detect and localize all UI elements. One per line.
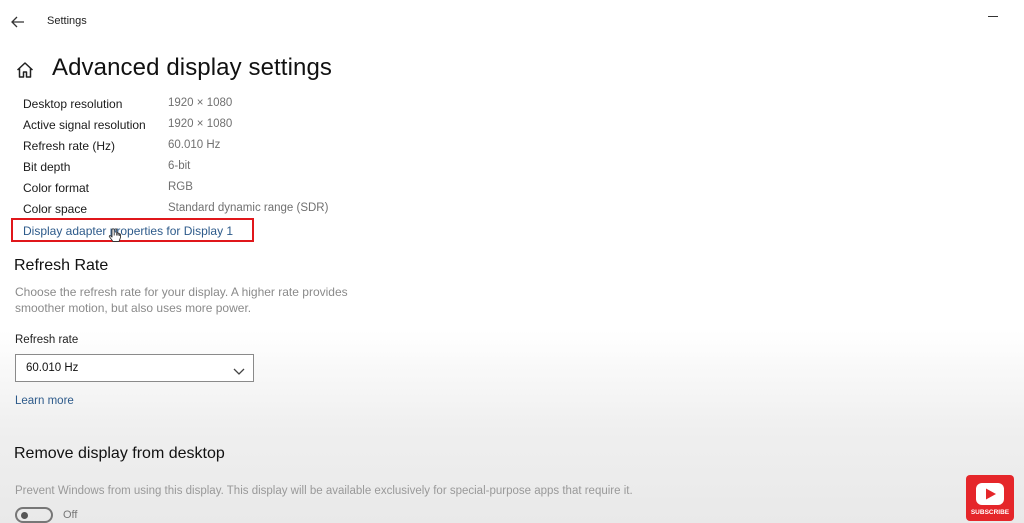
chevron-down-icon bbox=[233, 363, 245, 375]
remove-display-toggle[interactable] bbox=[15, 507, 53, 523]
info-label: Color format bbox=[23, 181, 90, 195]
app-title: Settings bbox=[47, 15, 87, 27]
info-value: 60.010 Hz bbox=[168, 139, 221, 151]
info-row-active-signal-resolution: Active signal resolution 1920 × 1080 bbox=[23, 116, 423, 137]
highlight-annotation-box bbox=[11, 218, 254, 242]
remove-display-description: Prevent Windows from using this display.… bbox=[15, 485, 633, 497]
info-label: Desktop resolution bbox=[23, 97, 123, 111]
info-value: 1920 × 1080 bbox=[168, 118, 233, 130]
refresh-rate-description-line2: smoother motion, but also uses more powe… bbox=[15, 301, 252, 315]
refresh-rate-description-line1: Choose the refresh rate for your display… bbox=[15, 285, 348, 299]
subscribe-label: SUBSCRIBE bbox=[970, 509, 1010, 516]
info-label: Color space bbox=[23, 202, 88, 216]
info-row-bit-depth: Bit depth 6-bit bbox=[23, 158, 423, 179]
refresh-rate-selected-value: 60.010 Hz bbox=[26, 362, 79, 374]
info-value: Standard dynamic range (SDR) bbox=[168, 202, 329, 214]
play-icon bbox=[974, 481, 1006, 507]
info-label: Bit depth bbox=[23, 160, 71, 174]
refresh-rate-field-label: Refresh rate bbox=[15, 334, 79, 346]
info-value: RGB bbox=[168, 181, 193, 193]
home-icon[interactable] bbox=[15, 60, 35, 80]
remove-display-heading: Remove display from desktop bbox=[14, 445, 225, 462]
title-bar: Settings bbox=[0, 0, 1024, 44]
refresh-rate-heading: Refresh Rate bbox=[14, 257, 109, 274]
toggle-state-label: Off bbox=[63, 509, 78, 521]
refresh-rate-dropdown[interactable]: 60.010 Hz bbox=[15, 354, 254, 382]
info-label: Active signal resolution bbox=[23, 118, 146, 132]
info-value: 6-bit bbox=[168, 160, 191, 172]
display-info-list: Desktop resolution 1920 × 1080 Active si… bbox=[23, 95, 423, 221]
pointer-hand-icon bbox=[108, 228, 122, 244]
minimize-button[interactable] bbox=[988, 16, 998, 17]
learn-more-link[interactable]: Learn more bbox=[15, 395, 74, 407]
info-row-desktop-resolution: Desktop resolution 1920 × 1080 bbox=[23, 95, 423, 116]
subscribe-badge[interactable]: SUBSCRIBE bbox=[966, 475, 1014, 521]
toggle-knob bbox=[21, 512, 28, 519]
back-arrow-icon[interactable] bbox=[8, 12, 28, 32]
info-label: Refresh rate (Hz) bbox=[23, 139, 116, 153]
page-title: Advanced display settings bbox=[52, 54, 332, 81]
info-row-refresh-rate: Refresh rate (Hz) 60.010 Hz bbox=[23, 137, 423, 158]
info-value: 1920 × 1080 bbox=[168, 97, 233, 109]
info-row-color-format: Color format RGB bbox=[23, 179, 423, 200]
